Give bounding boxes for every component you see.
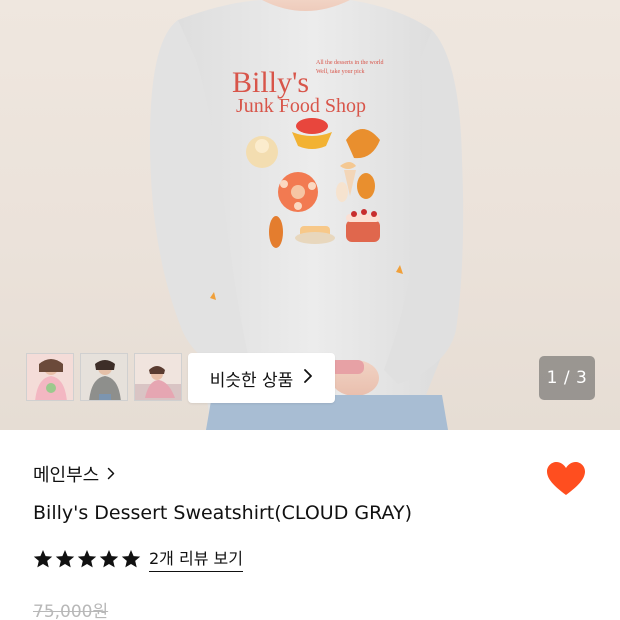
image-page-counter: 1 / 3 xyxy=(539,356,595,400)
star-icon xyxy=(77,549,97,567)
thumbnail-pink[interactable] xyxy=(26,353,74,401)
product-title: Billy's Dessert Sweatshirt(CLOUD GRAY) xyxy=(33,502,413,524)
thumbnail-pink-image xyxy=(27,354,73,400)
similar-products-label: 비슷한 상품 xyxy=(209,370,294,391)
like-button[interactable] xyxy=(546,461,586,497)
brand-name: 메인부스 xyxy=(33,465,100,486)
thumbnail-gray[interactable] xyxy=(80,353,128,401)
chevron-right-icon xyxy=(303,368,313,388)
similar-products-button[interactable]: 비슷한 상품 xyxy=(188,353,335,403)
print-title-line2: Junk Food Shop xyxy=(236,95,366,117)
original-price: 75,000원 xyxy=(33,602,109,620)
star-icon xyxy=(55,549,75,567)
star-icon xyxy=(33,549,53,567)
chevron-right-icon xyxy=(107,465,115,484)
view-reviews-link[interactable]: 2개 리뷰 보기 xyxy=(149,545,243,572)
thumbnail-lifestyle[interactable] xyxy=(134,353,182,401)
star-icon xyxy=(121,549,141,567)
rating-row: 2개 리뷰 보기 xyxy=(33,545,243,572)
thumbnail-gray-image xyxy=(81,354,127,400)
star-icon xyxy=(99,549,119,567)
heart-icon xyxy=(547,462,585,495)
thumbnail-lifestyle-image xyxy=(135,354,181,400)
brand-link[interactable]: 메인부스 xyxy=(33,461,115,487)
print-tagline-line2: Well, take your pick xyxy=(316,69,365,75)
thumbnail-strip xyxy=(26,353,182,401)
star-rating xyxy=(33,549,141,569)
print-tagline-line1: All the desserts in the world xyxy=(316,60,384,66)
product-image-gallery[interactable]: Billy's Junk Food Shop All the desserts … xyxy=(0,0,620,430)
